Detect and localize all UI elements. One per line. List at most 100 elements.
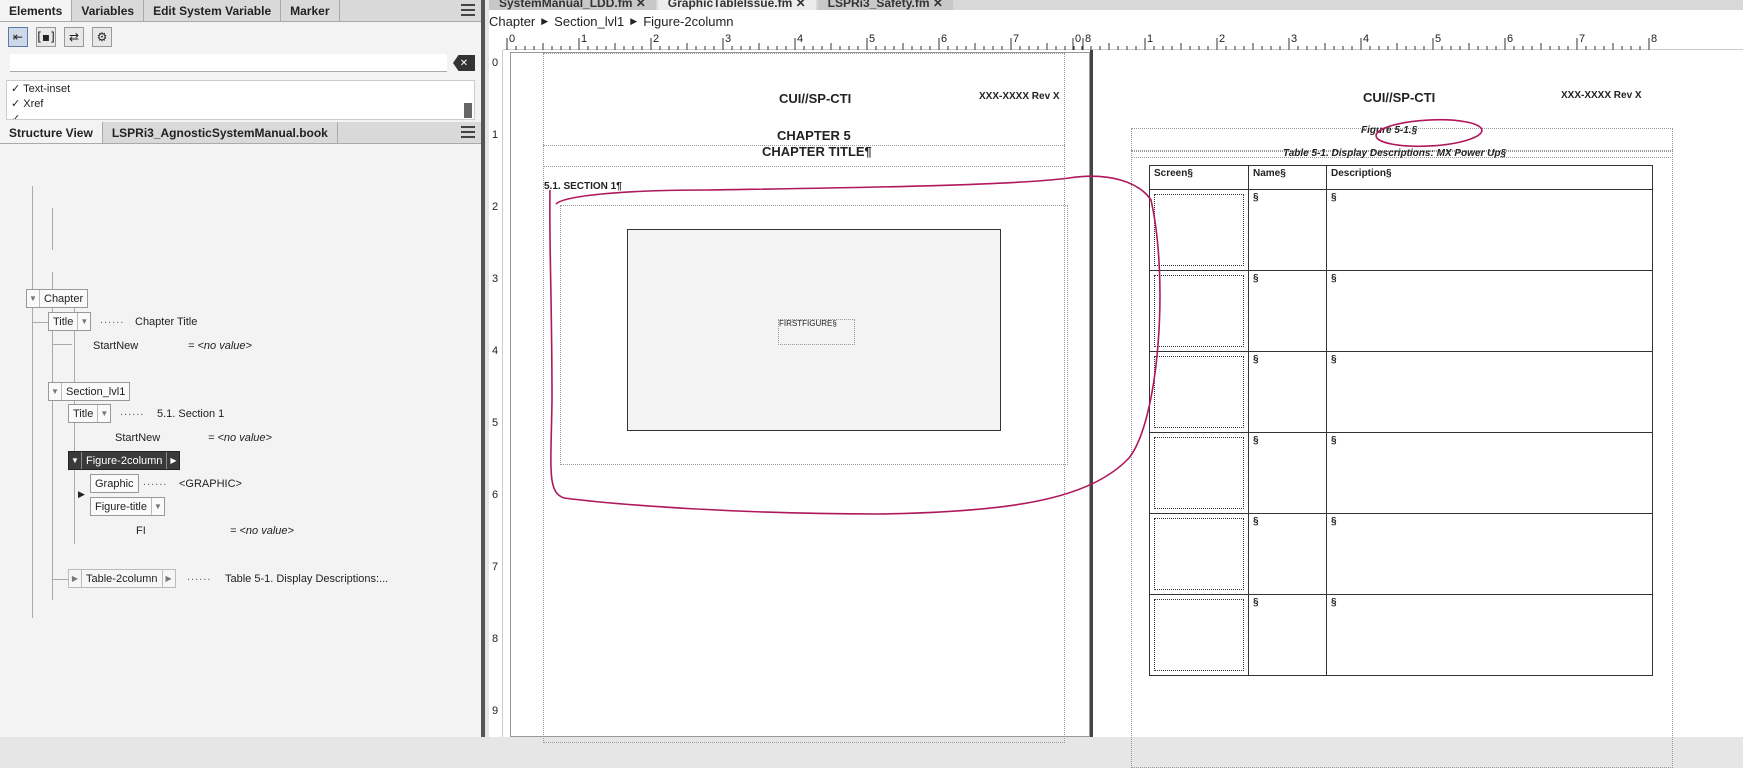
collapse-icon[interactable]: ▼ bbox=[77, 313, 90, 330]
change-element-icon[interactable]: ⇄ bbox=[64, 27, 84, 47]
screen-cell[interactable] bbox=[1149, 432, 1249, 514]
screen-cell[interactable] bbox=[1149, 594, 1249, 676]
screen-cell[interactable] bbox=[1149, 189, 1249, 271]
screen-placeholder[interactable] bbox=[1154, 356, 1244, 428]
doc-tab[interactable]: GraphicTableIssue.fm ✕ bbox=[657, 0, 816, 10]
collapse-icon[interactable]: ▼ bbox=[49, 383, 62, 400]
name-cell[interactable]: § bbox=[1248, 513, 1327, 595]
list-item[interactable]: ✓ ... bbox=[7, 111, 474, 119]
tab-elements[interactable]: Elements bbox=[0, 0, 73, 21]
table-row[interactable]: § § bbox=[1149, 513, 1653, 595]
tab-structure-view[interactable]: Structure View bbox=[0, 122, 103, 143]
data-table[interactable]: Screen§ Name§ Description§ § § § § § § § § § § § § bbox=[1149, 165, 1653, 676]
screen-placeholder[interactable] bbox=[1154, 275, 1244, 347]
close-icon[interactable]: ✕ bbox=[933, 0, 943, 10]
name-cell[interactable]: § bbox=[1248, 594, 1327, 676]
ruler-tick-label: 1 bbox=[1147, 33, 1154, 45]
attribute-startnew[interactable]: StartNew bbox=[93, 340, 138, 352]
ruler-tick-label: 0 bbox=[492, 57, 499, 69]
close-icon[interactable]: ✕ bbox=[796, 0, 806, 10]
chapter-number: CHAPTER 5 bbox=[777, 128, 851, 143]
breadcrumb-item[interactable]: Section_lvl1 bbox=[554, 14, 624, 29]
settings-gear-icon[interactable]: ⚙ bbox=[92, 27, 112, 47]
collapse-icon[interactable]: ▼ bbox=[97, 405, 110, 422]
tree-node-figure-title[interactable]: Figure-title ▼ bbox=[90, 497, 165, 516]
table-row[interactable]: § § bbox=[1149, 432, 1653, 514]
column-header[interactable]: Screen§ bbox=[1149, 165, 1249, 190]
close-icon[interactable]: ✕ bbox=[636, 0, 646, 10]
column-header[interactable]: Name§ bbox=[1248, 165, 1327, 190]
description-cell[interactable]: § bbox=[1326, 351, 1653, 433]
chapter-title[interactable]: CHAPTER TITLE¶ bbox=[762, 144, 872, 159]
table-row[interactable]: § § bbox=[1149, 594, 1653, 676]
ruler-tick-label: 1 bbox=[492, 129, 499, 141]
section-heading[interactable]: 5.1. SECTION 1¶ bbox=[544, 181, 622, 192]
attribute-fi[interactable]: FI bbox=[136, 525, 146, 537]
screen-cell[interactable] bbox=[1149, 351, 1249, 433]
tree-node-graphic[interactable]: Graphic bbox=[90, 474, 139, 493]
horizontal-ruler[interactable]: 012345678012345678 bbox=[503, 32, 1743, 50]
tree-node-section[interactable]: ▼ Section_lvl1 bbox=[48, 382, 131, 401]
description-cell[interactable]: § bbox=[1326, 513, 1653, 595]
collapse-icon[interactable]: ▼ bbox=[150, 498, 164, 515]
tree-node-table[interactable]: ▶ Table-2column ▶ bbox=[68, 569, 176, 588]
tab-edit-system-variable[interactable]: Edit System Variable bbox=[144, 0, 282, 21]
list-scrollbar[interactable] bbox=[464, 103, 472, 118]
wrap-element-icon[interactable]: [▪] bbox=[36, 27, 56, 47]
breadcrumb-item[interactable]: Chapter bbox=[489, 14, 535, 29]
name-cell[interactable]: § bbox=[1248, 351, 1327, 433]
description-cell[interactable]: § bbox=[1326, 594, 1653, 676]
clear-search-icon[interactable]: ✕ bbox=[453, 55, 475, 71]
tree-node-chapter[interactable]: ▼ Chapter bbox=[26, 289, 89, 308]
tab-variables[interactable]: Variables bbox=[72, 0, 145, 21]
attribute-startnew[interactable]: StartNew bbox=[115, 432, 160, 444]
tab-marker[interactable]: Marker bbox=[281, 0, 340, 21]
figure-title[interactable]: Figure 5-1.§ bbox=[1361, 125, 1417, 136]
tree-node-figure-selected[interactable]: ▼ Figure-2column ▶ bbox=[68, 451, 181, 470]
screen-cell[interactable] bbox=[1149, 513, 1249, 595]
expand-icon[interactable]: ▶ bbox=[161, 570, 175, 587]
tab-book[interactable]: LSPRi3_AgnosticSystemManual.book bbox=[103, 122, 338, 143]
structure-tabbar: Structure View LSPRi3_AgnosticSystemManu… bbox=[0, 122, 481, 144]
screen-placeholder[interactable] bbox=[1154, 437, 1244, 509]
left-page[interactable]: CUI//SP-CTI XXX-XXXX Rev X CHAPTER 5 CHA… bbox=[510, 52, 1090, 743]
table-row[interactable]: § § bbox=[1149, 270, 1653, 352]
tree-node-title[interactable]: Title ▼ bbox=[48, 312, 92, 331]
screen-placeholder[interactable] bbox=[1154, 518, 1244, 590]
element-search-input[interactable] bbox=[10, 54, 447, 72]
table-title[interactable]: Table 5-1. Display Descriptions: MX Powe… bbox=[1283, 148, 1506, 159]
graphic-text: <GRAPHIC> bbox=[179, 478, 242, 490]
column-header[interactable]: Description§ bbox=[1326, 165, 1653, 190]
ruler-tick-label: 2 bbox=[1219, 33, 1226, 45]
expand-icon[interactable]: ▶ bbox=[166, 452, 179, 469]
expand-icon[interactable]: ▶ bbox=[78, 489, 85, 500]
collapse-icon[interactable]: ▼ bbox=[27, 290, 40, 307]
name-cell[interactable]: § bbox=[1248, 270, 1327, 352]
description-cell[interactable]: § bbox=[1326, 189, 1653, 271]
table-row[interactable]: § § bbox=[1149, 189, 1653, 271]
list-item[interactable]: ✓ Xref bbox=[7, 96, 474, 111]
description-cell[interactable]: § bbox=[1326, 270, 1653, 352]
tree-node-title[interactable]: Title ▼ bbox=[68, 404, 112, 423]
collapse-icon[interactable]: ▼ bbox=[69, 452, 82, 469]
doc-tab[interactable]: SystemManual_LDD.fm ✕ bbox=[489, 0, 656, 10]
element-list[interactable]: ✓ Text-inset ✓ Xref ✓ ... bbox=[6, 80, 475, 120]
name-cell[interactable]: § bbox=[1248, 432, 1327, 514]
ruler-tick-label: 4 bbox=[492, 345, 499, 357]
screen-placeholder[interactable] bbox=[1154, 194, 1244, 266]
expand-icon[interactable]: ▶ bbox=[69, 570, 82, 587]
breadcrumb-item[interactable]: Figure-2column bbox=[643, 14, 733, 29]
name-cell[interactable]: § bbox=[1248, 189, 1327, 271]
panel-menu-icon[interactable] bbox=[461, 4, 475, 16]
panel-menu-icon[interactable] bbox=[461, 126, 475, 138]
screen-placeholder[interactable] bbox=[1154, 599, 1244, 671]
screen-cell[interactable] bbox=[1149, 270, 1249, 352]
description-cell[interactable]: § bbox=[1326, 432, 1653, 514]
insert-element-icon[interactable]: ⇤ bbox=[8, 27, 28, 47]
right-page[interactable]: CUI//SP-CTI XXX-XXXX Rev X Figure 5-1.§ … bbox=[1093, 52, 1743, 768]
ruler-tick-label: 3 bbox=[1291, 33, 1298, 45]
list-item[interactable]: ✓ Text-inset bbox=[7, 81, 474, 96]
doc-tab[interactable]: LSPRi3_Safety.fm ✕ bbox=[817, 0, 953, 10]
vertical-ruler[interactable]: 0 1 2 3 4 5 6 7 8 9 bbox=[489, 50, 503, 737]
table-row[interactable]: § § bbox=[1149, 351, 1653, 433]
